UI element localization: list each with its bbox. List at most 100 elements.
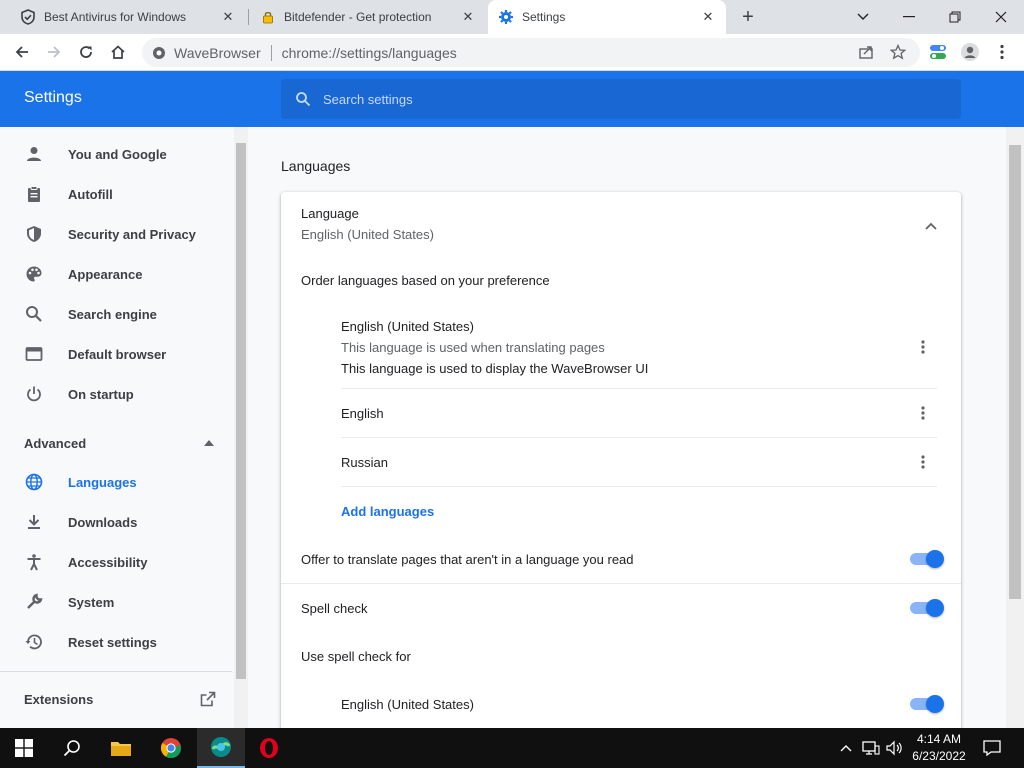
- more-actions-icon[interactable]: [913, 403, 933, 423]
- language-name: Russian: [341, 455, 388, 470]
- minimize-button[interactable]: [886, 0, 932, 34]
- sidebar-item-downloads[interactable]: Downloads: [0, 502, 232, 542]
- wavebrowser-icon[interactable]: [197, 728, 245, 768]
- sidebar-item-accessibility[interactable]: Accessibility: [0, 542, 232, 582]
- scrollbar-thumb[interactable]: [1009, 145, 1021, 599]
- tab-divider: [248, 9, 249, 25]
- chrome-icon[interactable]: [147, 728, 195, 768]
- language-list-item: English (United States) This language is…: [341, 319, 648, 376]
- sidebar-item-languages[interactable]: Languages: [0, 462, 232, 502]
- tab-title: Bitdefender - Get protection: [284, 10, 432, 24]
- show-hidden-icons-chevron-icon[interactable]: [836, 728, 856, 768]
- tab-best-antivirus[interactable]: Best Antivirus for Windows ✕: [10, 0, 246, 34]
- sidebar-item-label: Downloads: [68, 514, 138, 530]
- search-icon: [295, 91, 311, 107]
- sidebar-item-label: On startup: [68, 386, 134, 402]
- collapse-chevron-icon[interactable]: [919, 214, 943, 238]
- extension-toggle-icon[interactable]: [924, 38, 952, 66]
- language-header[interactable]: Language English (United States): [301, 206, 434, 242]
- sidebar-item-you-and-google[interactable]: You and Google: [0, 134, 232, 174]
- site-name: WaveBrowser: [174, 44, 261, 61]
- scrollbar-thumb[interactable]: [236, 143, 246, 679]
- sidebar-item-system[interactable]: System: [0, 582, 232, 622]
- main-scrollbar[interactable]: [1006, 127, 1024, 728]
- use-spell-check-for-label: Use spell check for: [301, 649, 411, 664]
- bookmark-star-icon[interactable]: [884, 38, 912, 66]
- page-title: Settings: [24, 89, 82, 106]
- advanced-section-toggle[interactable]: Advanced: [24, 433, 214, 453]
- taskbar-clock[interactable]: 4:14 AM 6/23/2022: [900, 731, 978, 765]
- power-icon: [24, 384, 44, 404]
- spell-language-toggle[interactable]: [910, 695, 944, 713]
- omnibox-divider: [270, 44, 272, 61]
- sidebar-item-label: Appearance: [68, 266, 143, 282]
- sidebar-item-appearance[interactable]: Appearance: [0, 254, 232, 294]
- sidebar-item-autofill[interactable]: Autofill: [0, 174, 232, 214]
- sidebar-scrollbar[interactable]: [234, 127, 248, 728]
- settings-main: Languages Language English (United State…: [248, 127, 1006, 728]
- gear-icon: [498, 9, 514, 25]
- site-info-icon[interactable]: [152, 46, 166, 60]
- search-icon: [24, 304, 44, 324]
- tab-settings[interactable]: Settings ✕: [488, 0, 726, 34]
- close-tab-icon[interactable]: ✕: [700, 9, 716, 25]
- tab-search-button[interactable]: [840, 0, 886, 34]
- sidebar-item-security-and-privacy[interactable]: Security and Privacy: [0, 214, 232, 254]
- advanced-label: Advanced: [24, 435, 87, 451]
- forward-button[interactable]: [40, 38, 68, 66]
- file-explorer-icon[interactable]: [97, 728, 145, 768]
- notification-center-icon[interactable]: [978, 728, 1006, 768]
- reload-button[interactable]: [72, 38, 100, 66]
- language-note: This language is used when translating p…: [341, 340, 605, 355]
- language-label: Language: [301, 206, 359, 221]
- list-divider: [341, 486, 937, 487]
- back-button[interactable]: [8, 38, 36, 66]
- download-icon: [24, 512, 44, 532]
- tab-bitdefender[interactable]: Bitdefender - Get protection ✕: [250, 0, 486, 34]
- language-name: English (United States): [341, 319, 474, 334]
- more-actions-icon[interactable]: [913, 337, 933, 357]
- language-note: This language is used to display the Wav…: [341, 361, 649, 376]
- close-tab-icon[interactable]: ✕: [460, 9, 476, 25]
- tab-title: Best Antivirus for Windows: [44, 10, 187, 24]
- list-divider: [341, 437, 937, 438]
- menu-kebab-icon[interactable]: [988, 38, 1016, 66]
- sidebar-item-default-browser[interactable]: Default browser: [0, 334, 232, 374]
- new-tab-button[interactable]: +: [736, 5, 760, 29]
- opera-icon[interactable]: [245, 728, 293, 768]
- sidebar-item-label: Extensions: [24, 691, 94, 707]
- url-text[interactable]: chrome://settings/languages: [282, 45, 457, 61]
- sidebar-item-search-engine[interactable]: Search engine: [0, 294, 232, 334]
- sidebar-item-on-startup[interactable]: On startup: [0, 374, 232, 414]
- sidebar-item-reset-settings[interactable]: Reset settings: [0, 622, 232, 662]
- network-icon[interactable]: [860, 728, 882, 768]
- add-languages-button[interactable]: Add languages: [341, 504, 434, 519]
- browser-toolbar: WaveBrowser chrome://settings/languages: [0, 34, 1024, 71]
- address-bar[interactable]: WaveBrowser chrome://settings/languages: [142, 38, 920, 67]
- sidebar-divider: [0, 671, 232, 672]
- search-input[interactable]: Search settings: [281, 79, 961, 119]
- offer-translate-toggle[interactable]: [910, 550, 944, 568]
- spell-language-name: English (United States): [341, 697, 474, 712]
- search-placeholder: Search settings: [323, 91, 413, 107]
- close-window-button[interactable]: [978, 0, 1024, 34]
- tab-strip: Best Antivirus for Windows ✕ Bitdefender…: [0, 0, 1024, 34]
- profile-avatar[interactable]: [956, 38, 984, 66]
- close-tab-icon[interactable]: ✕: [220, 9, 236, 25]
- caret-up-icon: [204, 440, 214, 446]
- start-button[interactable]: [0, 728, 48, 768]
- list-divider: [341, 388, 937, 389]
- section-title: Languages: [281, 158, 351, 174]
- more-actions-icon[interactable]: [913, 452, 933, 472]
- share-icon[interactable]: [852, 38, 880, 66]
- palette-icon: [24, 264, 44, 284]
- sidebar-item-extensions[interactable]: Extensions: [24, 689, 216, 709]
- lock-icon: [260, 9, 276, 25]
- shield-check-icon: [20, 9, 36, 25]
- spell-check-toggle[interactable]: [910, 599, 944, 617]
- home-button[interactable]: [104, 38, 132, 66]
- taskbar-search-icon[interactable]: [48, 728, 96, 768]
- wrench-icon: [24, 592, 44, 612]
- shield-icon: [24, 224, 44, 244]
- restore-button[interactable]: [932, 0, 978, 34]
